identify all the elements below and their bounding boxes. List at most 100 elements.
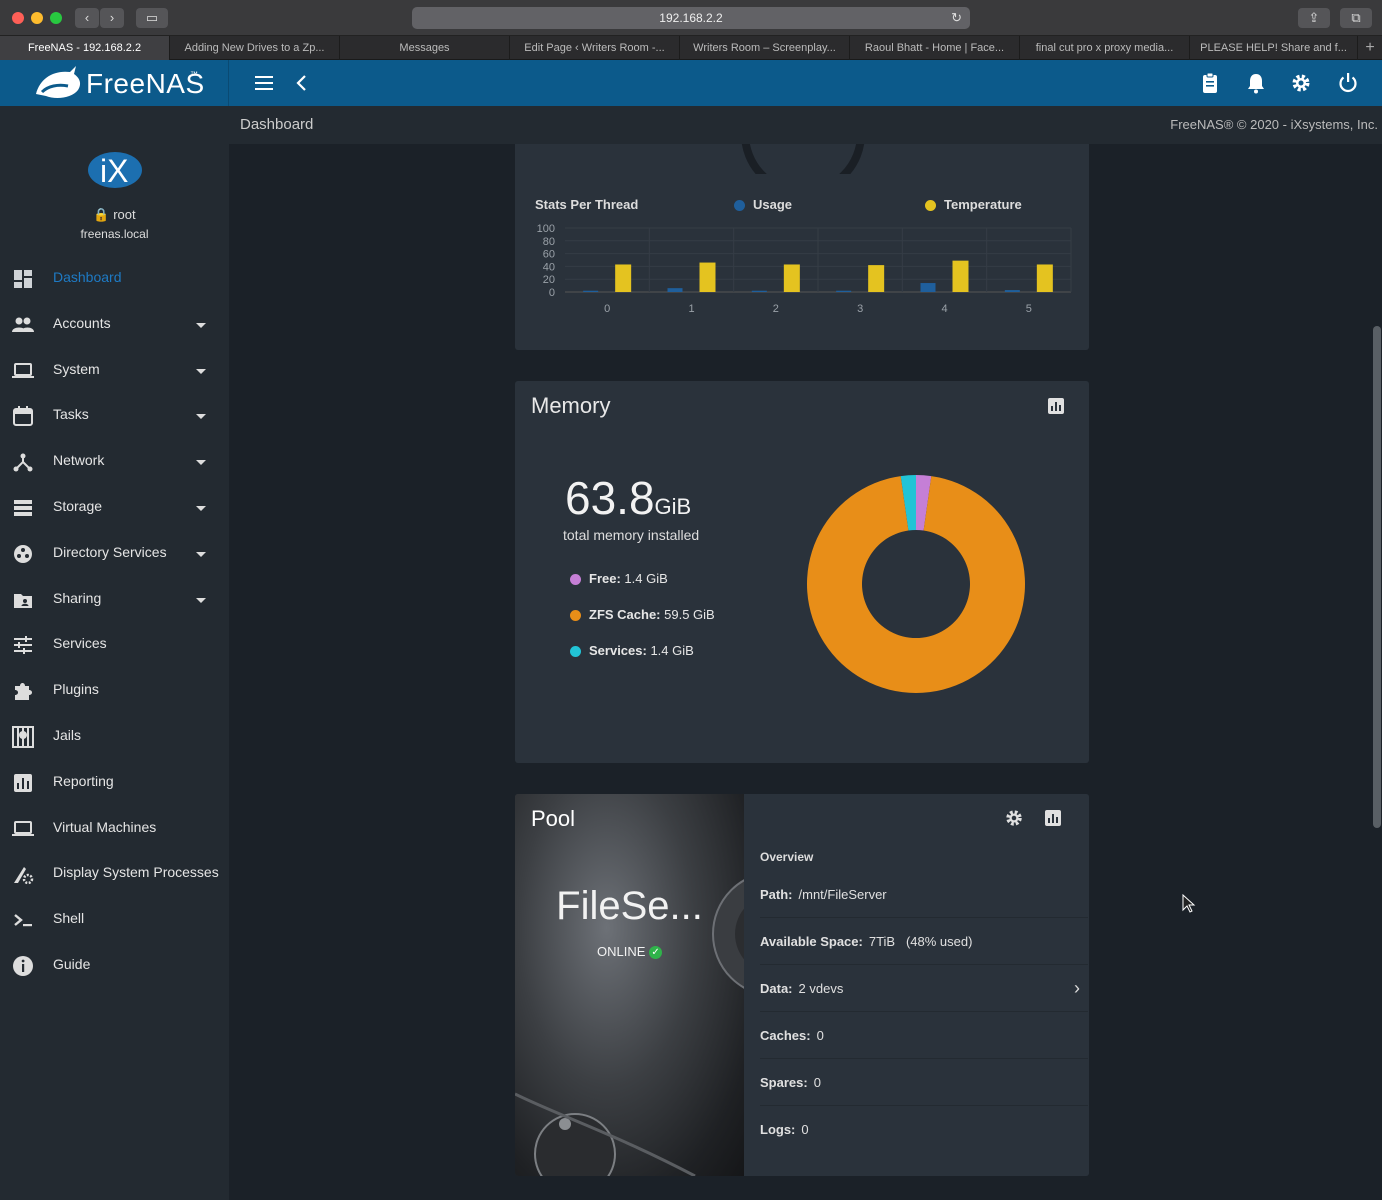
chevron-right-icon[interactable]: › (1074, 965, 1080, 1012)
sidebar-item-dashboard[interactable]: Dashboard (0, 256, 229, 302)
chevron-left-icon[interactable] (291, 72, 313, 94)
report-chart-icon[interactable] (1047, 397, 1065, 415)
sidebar-item-guide[interactable]: Guide (0, 943, 229, 989)
legend-services: Services: 1.4 GiB (570, 643, 694, 658)
address-bar[interactable]: 192.168.2.2 ↻ (412, 7, 970, 29)
pool-data-row[interactable]: Data: 2 vdevs › (760, 965, 1088, 1012)
close-window-button[interactable] (12, 12, 24, 24)
sidebar-item-accounts[interactable]: Accounts (0, 302, 229, 348)
storage-icon (14, 500, 32, 516)
chevron-down-icon[interactable] (196, 368, 206, 374)
pool-card: Pool FileSe... ONLINE ✓ Overview Path: /m… (515, 794, 1089, 1176)
browser-chrome: ‹ › ▭ 192.168.2.2 ↻ ⇪ ⧉ (0, 0, 1382, 36)
browser-tab[interactable]: Writers Room – Screenplay... (680, 36, 850, 60)
stats-per-thread-chart: 0204060801000 1 2 3 4 5 (537, 223, 1072, 315)
chevron-down-icon[interactable] (196, 597, 206, 603)
y-tick-label: 20 (543, 274, 555, 286)
pool-spares-row: Spares: 0 (760, 1059, 1088, 1106)
browser-tab[interactable]: final cut pro x proxy media... (1020, 36, 1190, 60)
usage-bar (583, 290, 599, 292)
pool-disk-image: Pool FileSe... ONLINE ✓ (515, 794, 744, 1176)
usage-bar (751, 290, 767, 292)
brand-logo[interactable]: FreeNAS ™ (0, 60, 229, 106)
tabs-overview-icon[interactable]: ⧉ (1340, 8, 1372, 28)
pool-status: ONLINE ✓ (515, 944, 744, 960)
menu-icon[interactable] (253, 72, 275, 94)
calendar-icon (13, 406, 33, 427)
legend-temperature[interactable]: Temperature (925, 197, 1022, 212)
share-icon[interactable]: ⇪ (1298, 8, 1330, 28)
power-icon[interactable] (1337, 72, 1359, 94)
chevron-down-icon[interactable] (196, 414, 206, 420)
sidebar-toggle-icon[interactable]: ▭ (136, 8, 168, 28)
chevron-down-icon[interactable] (196, 460, 206, 466)
sidebar-item-label: Guide (53, 956, 91, 972)
usage-bar (836, 290, 852, 292)
temperature-bar (868, 265, 885, 292)
clipboard-icon[interactable] (1199, 72, 1221, 94)
sidebar-item-label: Directory Services (53, 543, 167, 560)
sidebar-item-shell[interactable]: Shell (0, 897, 229, 943)
x-tick-label: 1 (688, 303, 694, 315)
forward-button[interactable]: › (100, 8, 124, 28)
hostname: freenas.local (80, 227, 149, 241)
sidebar-item-storage[interactable]: Storage (0, 485, 229, 531)
page-scrollbar[interactable] (1373, 326, 1381, 828)
breadcrumb[interactable]: Dashboard (240, 116, 313, 133)
sidebar-item-display-system-processes[interactable]: Display System Processes (0, 851, 229, 897)
zoom-window-button[interactable] (50, 12, 62, 24)
sidebar-item-plugins[interactable]: Plugins (0, 668, 229, 714)
temperature-dot (925, 200, 936, 212)
row-label: Path: (760, 887, 793, 902)
pool-path-row: Path: /mnt/FileServer (760, 871, 1088, 918)
cpu-card: Stats Per Thread Usage Temperature 0 20 40… (515, 144, 1089, 350)
pool-details: Overview Path: /mnt/FileServer Available … (744, 794, 1089, 1176)
sidebar-item-label: Storage (53, 498, 103, 514)
reload-icon[interactable]: ↻ (951, 7, 962, 29)
browser-tab[interactable]: PLEASE HELP! Share and f... (1190, 36, 1358, 60)
browser-tab[interactable]: Edit Page ‹ Writers Room -... (510, 36, 680, 60)
chevron-down-icon[interactable] (196, 551, 206, 557)
sidebar-item-label: Accounts (53, 314, 111, 331)
freenas-shark-icon (36, 66, 81, 98)
brand-name: FreeNAS (86, 68, 205, 99)
y-tick-label: 60 (543, 249, 555, 261)
sidebar-item-jails[interactable]: Jails (0, 714, 229, 760)
sidebar-item-sharing[interactable]: Sharing (0, 577, 229, 623)
browser-tab[interactable]: FreeNAS - 192.168.2.2 (0, 36, 170, 60)
legend-usage[interactable]: Usage (734, 197, 792, 212)
chevron-down-icon[interactable] (196, 322, 206, 328)
minimize-window-button[interactable] (31, 12, 43, 24)
usage-bar (920, 283, 936, 292)
cpu-gauge-arc (741, 144, 865, 174)
sidebar-item-virtual-machines[interactable]: Virtual Machines (0, 806, 229, 852)
sidebar-item-reporting[interactable]: Reporting (0, 760, 229, 806)
back-button[interactable]: ‹ (75, 8, 99, 28)
bell-icon[interactable] (1245, 72, 1267, 94)
row-label: Logs: (760, 1122, 796, 1137)
directory-icon (14, 544, 32, 563)
sidebar: iX 🔒 root freenas.local Dashboard Account… (0, 106, 229, 1200)
browser-tab[interactable]: Adding New Drives to a Zp... (170, 36, 340, 60)
sidebar-item-services[interactable]: Services (0, 622, 229, 668)
row-label: Spares: (760, 1075, 808, 1090)
folder-share-icon (14, 593, 32, 608)
sidebar-item-label: Sharing (53, 589, 102, 606)
pool-report-chart-icon[interactable] (1044, 809, 1062, 827)
chevron-down-icon[interactable] (196, 506, 206, 511)
sidebar-item-tasks[interactable]: Tasks (0, 393, 229, 439)
sidebar-item-system[interactable]: System (0, 348, 229, 394)
pool-gear-icon[interactable] (1004, 808, 1024, 828)
legend-value: 59.5 GiB (664, 607, 715, 622)
browser-tab[interactable]: Messages (340, 36, 510, 60)
sidebar-item-network[interactable]: Network (0, 439, 229, 485)
new-tab-button[interactable]: + (1358, 36, 1382, 60)
x-tick-label: 0 (604, 303, 610, 315)
sidebar-item-directory-services[interactable]: Directory Services (0, 531, 229, 577)
sidebar-item-label: Services (53, 635, 107, 652)
temperature-bar (699, 262, 716, 292)
gear-icon[interactable] (1290, 72, 1312, 94)
browser-tab[interactable]: Raoul Bhatt - Home | Face... (850, 36, 1020, 60)
memory-card: Memory 63.8GiB total memory installed Fr… (515, 381, 1089, 763)
sidebar-item-label: Display System Processes (53, 864, 219, 881)
